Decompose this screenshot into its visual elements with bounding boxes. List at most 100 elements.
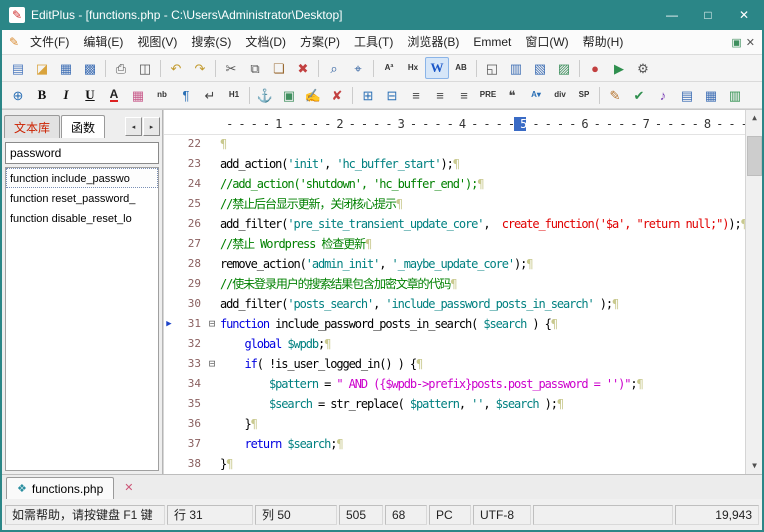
record-macro-button[interactable]: ● xyxy=(583,57,607,79)
wrap-guide-button-icon: AB xyxy=(455,64,467,72)
line-number: 35 xyxy=(174,394,204,414)
music-button[interactable]: ♪ xyxy=(651,84,675,106)
pilcrow-button[interactable]: ¶ xyxy=(174,84,198,106)
settings-button[interactable]: ⚙ xyxy=(631,57,655,79)
cliptext-panel-button[interactable]: ▥ xyxy=(504,57,528,79)
scroll-down-button[interactable]: ▼ xyxy=(746,458,762,474)
minimize-button[interactable]: — xyxy=(654,0,690,30)
font-size-button[interactable]: A▾ xyxy=(524,84,548,106)
code-token: add_action( xyxy=(220,157,287,171)
bold-button[interactable]: B xyxy=(30,84,54,106)
table-row-button[interactable]: ⊟ xyxy=(380,84,404,106)
font-color-button[interactable]: A xyxy=(102,84,126,106)
menu-item[interactable]: 帮助(H) xyxy=(576,31,631,54)
list-item[interactable]: function disable_reset_lo xyxy=(6,208,158,228)
menu-item[interactable]: 浏览器(B) xyxy=(400,31,466,54)
editor[interactable]: - - - - 1 - - - - 2 - - - - 3 - - - - 4 … xyxy=(163,110,762,474)
replace-button[interactable]: ⌖ xyxy=(346,57,370,79)
print-button[interactable]: ⎙ xyxy=(109,57,133,79)
case-toggle-button[interactable]: Aª xyxy=(377,57,401,79)
copy-button[interactable]: ⧉ xyxy=(243,57,267,79)
maximize-button[interactable]: □ xyxy=(690,0,726,30)
output-panel-button[interactable]: ▨ xyxy=(552,57,576,79)
function-search-input[interactable] xyxy=(5,142,159,164)
new-file-button[interactable]: ▤ xyxy=(6,57,30,79)
redo-button[interactable]: ↷ xyxy=(188,57,212,79)
remove-format-button[interactable]: ✘ xyxy=(325,84,349,106)
vertical-scrollbar[interactable]: ▲ ▼ xyxy=(745,110,762,474)
code-area[interactable]: 22¶23add_action('init', 'hc_buffer_start… xyxy=(164,134,746,474)
edit-script-button[interactable]: ✎ xyxy=(603,84,627,106)
list-item[interactable]: function reset_password_ xyxy=(6,188,158,208)
code-token: ¶ xyxy=(526,257,532,271)
code-token: = xyxy=(318,377,336,391)
document-tab-bar: ❖ functions.php ✕ xyxy=(2,474,762,499)
close-button[interactable]: ✕ xyxy=(726,0,762,30)
tab-scroll-left-button[interactable]: ◂ xyxy=(125,117,142,136)
child-restore-button[interactable]: ▣ xyxy=(731,36,741,49)
menu-item[interactable]: 文件(F) xyxy=(23,31,76,54)
play-macro-button[interactable]: ▶ xyxy=(607,57,631,79)
save-button[interactable]: ▦ xyxy=(54,57,78,79)
find-button[interactable]: ⌕ xyxy=(322,57,346,79)
open-file-button[interactable]: ◪ xyxy=(30,57,54,79)
delete-button[interactable]: ✖ xyxy=(291,57,315,79)
layout-button[interactable]: ▤ xyxy=(675,84,699,106)
fold-margin xyxy=(204,274,220,294)
span-button[interactable]: SP xyxy=(572,84,596,106)
save-all-button[interactable]: ▩ xyxy=(78,57,102,79)
tab-close-button[interactable]: ✕ xyxy=(120,481,137,494)
browser-preview-button[interactable]: ⊕ xyxy=(6,84,30,106)
align-right-button[interactable]: ≡ xyxy=(452,84,476,106)
menu-item[interactable]: 工具(T) xyxy=(347,31,400,54)
table-button[interactable]: ⊞ xyxy=(356,84,380,106)
menu-item[interactable]: 文档(D) xyxy=(238,31,293,54)
editplus-window: ✎ EditPlus - [functions.php - C:\Users\A… xyxy=(0,0,764,532)
nbsp-button[interactable]: nb xyxy=(150,84,174,106)
wrap-guide-button[interactable]: AB xyxy=(449,57,473,79)
anchor-button[interactable]: ⚓ xyxy=(253,84,277,106)
list-item[interactable]: function include_passwo xyxy=(6,168,158,188)
check-button[interactable]: ✔ xyxy=(627,84,651,106)
code-text: $pattern = " AND ({$wpdb->prefix}posts.p… xyxy=(220,374,746,394)
tab-scroll-right-button[interactable]: ▸ xyxy=(143,117,160,136)
fullscreen-button[interactable]: ◱ xyxy=(480,57,504,79)
image-button[interactable]: ▣ xyxy=(277,84,301,106)
grid-button[interactable]: ▦ xyxy=(699,84,723,106)
fold-collapse-icon[interactable]: ⊟ xyxy=(204,354,220,374)
menu-item[interactable]: Emmet xyxy=(466,31,518,54)
word-wrap-button[interactable]: W xyxy=(425,57,449,79)
hex-view-button[interactable]: Hx xyxy=(401,57,425,79)
menu-item[interactable]: 窗口(W) xyxy=(518,31,575,54)
underline-button[interactable]: U xyxy=(78,84,102,106)
pre-button[interactable]: PRE xyxy=(476,84,500,106)
print-preview-button[interactable]: ◫ xyxy=(133,57,157,79)
highlight-button[interactable]: ▦ xyxy=(126,84,150,106)
menu-item[interactable]: 搜索(S) xyxy=(184,31,238,54)
align-center-button[interactable]: ≡ xyxy=(428,84,452,106)
directory-panel-button[interactable]: ▧ xyxy=(528,57,552,79)
fold-collapse-icon[interactable]: ⊟ xyxy=(204,314,220,334)
document-tab-functions-php[interactable]: ❖ functions.php xyxy=(6,477,114,499)
scroll-thumb[interactable] xyxy=(747,136,762,176)
paste-button[interactable]: ❏ xyxy=(267,57,291,79)
sidebar-tab[interactable]: 函数 xyxy=(61,115,105,138)
scroll-up-button[interactable]: ▲ xyxy=(746,110,762,126)
hex-view-button-icon: Hx xyxy=(408,64,418,72)
cut-button[interactable]: ✂ xyxy=(219,57,243,79)
italic-button[interactable]: I xyxy=(54,84,78,106)
signature-button[interactable]: ✍ xyxy=(301,84,325,106)
code-token: add_filter( xyxy=(220,297,287,311)
heading-button[interactable]: H1 xyxy=(222,84,246,106)
child-close-button[interactable]: ✕ xyxy=(746,36,755,49)
menu-item[interactable]: 编辑(E) xyxy=(76,31,130,54)
menu-item[interactable]: 视图(V) xyxy=(130,31,184,54)
sidebar-tab[interactable]: 文本库 xyxy=(4,115,60,138)
undo-button[interactable]: ↶ xyxy=(164,57,188,79)
line-break-button[interactable]: ↵ xyxy=(198,84,222,106)
div-button[interactable]: div xyxy=(548,84,572,106)
align-left-button[interactable]: ≡ xyxy=(404,84,428,106)
quote-button[interactable]: ❝ xyxy=(500,84,524,106)
menu-item[interactable]: 方案(P) xyxy=(293,31,347,54)
chart-button[interactable]: ▥ xyxy=(723,84,747,106)
